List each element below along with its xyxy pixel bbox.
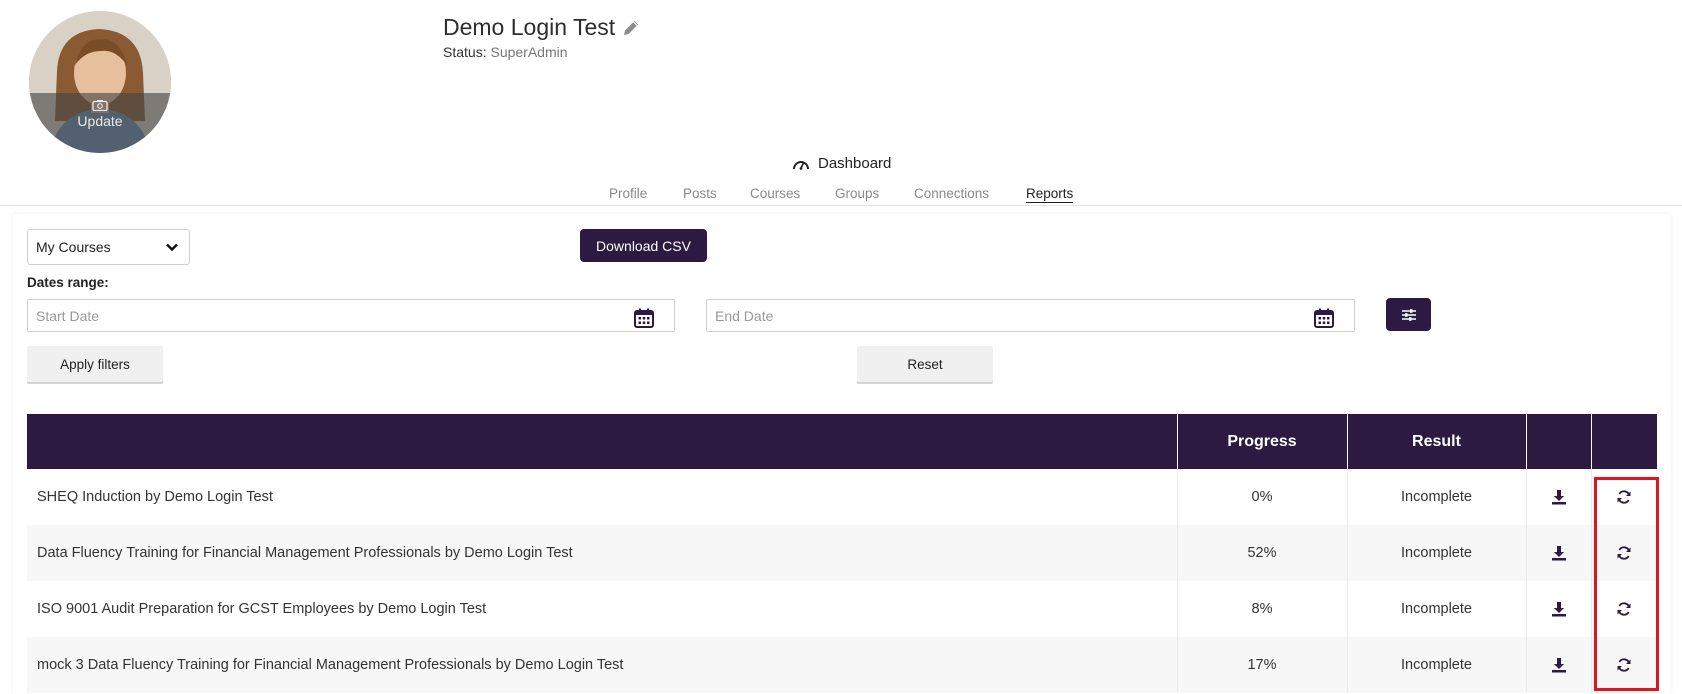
header-progress: Progress	[1176, 414, 1347, 469]
download-icon[interactable]	[1551, 601, 1567, 617]
sliders-icon	[1401, 308, 1416, 321]
header-course	[27, 414, 1177, 469]
course-result: Incomplete	[1346, 469, 1526, 525]
refresh-icon[interactable]	[1616, 657, 1632, 673]
dashboard-label: Dashboard	[818, 155, 892, 172]
pencil-icon[interactable]	[621, 18, 641, 38]
download-cell	[1525, 525, 1591, 581]
dates-range-label: Dates range:	[27, 275, 109, 290]
table-row: Data Fluency Training for Financial Mana…	[27, 525, 1657, 581]
speedometer-icon	[793, 160, 809, 170]
table-row: mock 3 Data Fluency Training for Financi…	[27, 637, 1657, 693]
refresh-icon[interactable]	[1616, 601, 1632, 617]
status-label: Status:	[443, 44, 487, 60]
course-scope-value: My Courses	[36, 239, 111, 255]
avatar-update-label: Update	[77, 113, 123, 129]
end-date-placeholder: End Date	[715, 307, 774, 324]
chevron-down-icon	[166, 243, 178, 252]
refresh-cell	[1590, 525, 1657, 581]
refresh-cell	[1590, 637, 1657, 693]
header-refresh	[1590, 414, 1657, 469]
filter-settings-button[interactable]	[1386, 298, 1431, 331]
table-header-row: Progress Result	[27, 414, 1657, 469]
download-csv-button[interactable]: Download CSV	[580, 229, 707, 262]
table-row: ISO 9001 Audit Preparation for GCST Empl…	[27, 581, 1657, 637]
tabs-divider	[0, 205, 1682, 206]
status-value: SuperAdmin	[490, 44, 568, 60]
start-date-input[interactable]: Start Date	[27, 299, 675, 332]
course-name: mock 3 Data Fluency Training for Financi…	[27, 637, 1177, 693]
download-cell	[1525, 637, 1591, 693]
apply-filters-button[interactable]: Apply filters	[27, 346, 163, 382]
reports-table: Progress Result SHEQ Induction by Demo L…	[27, 414, 1657, 693]
tab-profile[interactable]: Profile	[609, 186, 647, 201]
dashboard-link[interactable]: Dashboard	[792, 155, 891, 172]
download-icon[interactable]	[1551, 657, 1567, 673]
header-download	[1525, 414, 1591, 469]
course-progress: 0%	[1176, 469, 1347, 525]
refresh-icon[interactable]	[1616, 545, 1632, 561]
course-result: Incomplete	[1346, 581, 1526, 637]
download-icon[interactable]	[1551, 489, 1567, 505]
course-name: Data Fluency Training for Financial Mana…	[27, 525, 1177, 581]
calendar-icon[interactable]	[633, 307, 655, 329]
course-result: Incomplete	[1346, 637, 1526, 693]
profile-status: Status: SuperAdmin	[443, 44, 568, 60]
tab-courses[interactable]: Courses	[750, 186, 800, 201]
refresh-cell	[1590, 469, 1657, 525]
course-scope-select[interactable]: My Courses	[27, 229, 190, 265]
avatar[interactable]: Update	[29, 11, 171, 153]
profile-name: Demo Login Test	[443, 14, 616, 40]
tab-reports[interactable]: Reports	[1026, 186, 1074, 203]
end-date-input[interactable]: End Date	[706, 299, 1355, 332]
tab-groups[interactable]: Groups	[835, 186, 879, 201]
refresh-icon[interactable]	[1616, 489, 1632, 505]
profile-header: Demo Login Test	[443, 14, 641, 41]
camera-icon	[92, 100, 108, 111]
avatar-update-overlay[interactable]: Update	[29, 93, 171, 153]
calendar-icon[interactable]	[1313, 307, 1335, 329]
profile-tabs: Profile Posts Courses Groups Connections…	[0, 186, 1682, 206]
course-name: SHEQ Induction by Demo Login Test	[37, 489, 273, 505]
course-result: Incomplete	[1346, 525, 1526, 581]
course-progress: 8%	[1176, 581, 1347, 637]
download-icon[interactable]	[1551, 545, 1567, 561]
course-progress: 52%	[1176, 525, 1347, 581]
header-result: Result	[1346, 414, 1526, 469]
course-progress: 17%	[1176, 637, 1347, 693]
refresh-cell	[1590, 581, 1657, 637]
download-cell	[1525, 581, 1591, 637]
tab-posts[interactable]: Posts	[683, 186, 717, 201]
start-date-placeholder: Start Date	[36, 307, 100, 324]
tab-connections[interactable]: Connections	[914, 186, 989, 201]
download-cell	[1525, 469, 1591, 525]
reset-button[interactable]: Reset	[857, 346, 993, 382]
table-row: SHEQ Induction by Demo Login Test 0% Inc…	[27, 469, 1657, 525]
course-name: ISO 9001 Audit Preparation for GCST Empl…	[37, 601, 487, 617]
